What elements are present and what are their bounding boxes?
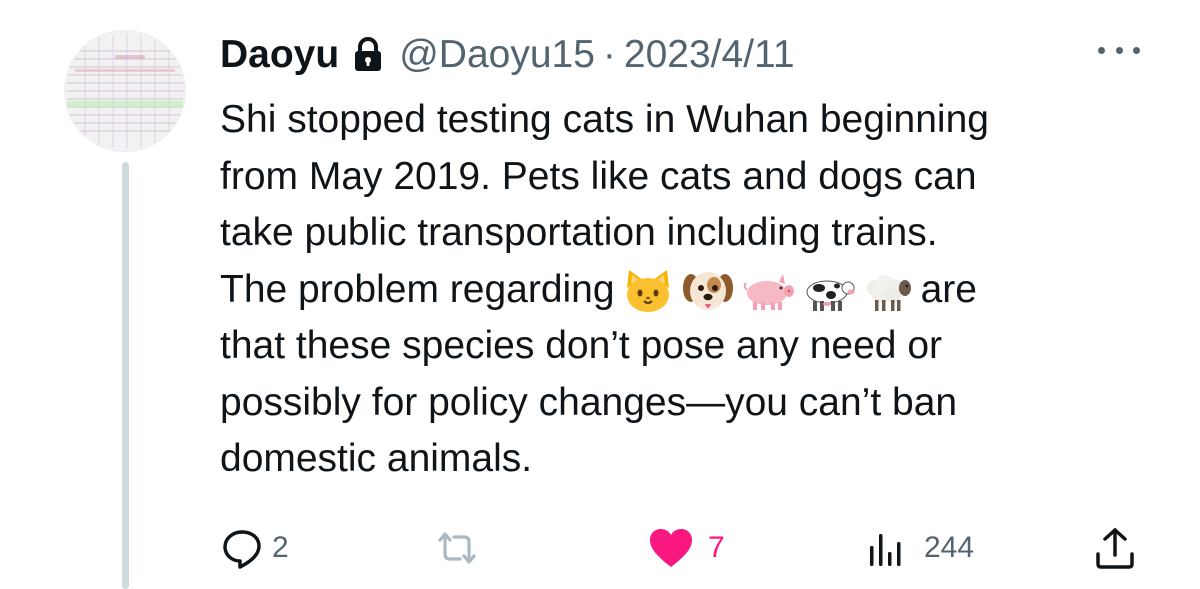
tweet-text-line-with-emojis: The problem regarding are	[220, 262, 1180, 319]
tweet-header: Daoyu @Daoyu15 · 2023/4/11	[220, 30, 795, 80]
tweet-text-line: Shi stopped testing cats in Wuhan beginn…	[220, 98, 989, 141]
avatar-image	[65, 31, 185, 151]
more-options-icon[interactable]	[1098, 40, 1140, 60]
share-button[interactable]	[1092, 526, 1138, 570]
author-handle[interactable]: @Daoyu15	[399, 33, 595, 77]
reply-count: 2	[272, 531, 289, 564]
repost-icon	[438, 532, 476, 564]
views-count: 244	[924, 531, 975, 564]
action-bar: 2 7 244	[220, 526, 1180, 570]
tweet-text-line: domestic animals.	[220, 437, 533, 480]
tweet-text-fragment: The problem regarding	[220, 267, 615, 311]
pig-icon	[743, 274, 794, 311]
sheep-icon	[866, 275, 911, 312]
tweet-date[interactable]: 2023/4/11	[624, 33, 795, 77]
emoji-group	[621, 268, 915, 314]
author-name[interactable]: Daoyu	[220, 33, 339, 77]
like-button[interactable]: 7	[648, 526, 725, 570]
views-button[interactable]: 244	[864, 526, 974, 570]
heart-filled-icon	[650, 529, 692, 567]
reply-button[interactable]: 2	[220, 526, 289, 570]
tweet-text-line: take public transportation including tra…	[220, 211, 938, 254]
avatar[interactable]	[64, 30, 186, 152]
tweet-text-line: possibly for policy changes—you can’t ba…	[220, 380, 958, 424]
header-separator: ·	[602, 33, 616, 76]
tweet-text: Shi stopped testing cats in Wuhan beginn…	[220, 92, 1180, 488]
tweet-text-line: from May 2019. Pets like cats and dogs c…	[220, 154, 977, 198]
reply-icon	[223, 530, 261, 569]
repost-button[interactable]	[434, 526, 488, 570]
dog-face-icon	[682, 272, 733, 311]
tweet-text-line: that these species don’t pose any need o…	[220, 324, 942, 367]
cat-face-icon	[626, 270, 669, 313]
like-count: 7	[708, 531, 725, 564]
lock-icon	[351, 37, 385, 73]
views-icon	[870, 534, 901, 566]
thread-line	[122, 162, 129, 589]
tweet-text-fragment: are	[920, 267, 977, 311]
share-icon	[1096, 528, 1134, 569]
cow-icon	[806, 280, 855, 312]
